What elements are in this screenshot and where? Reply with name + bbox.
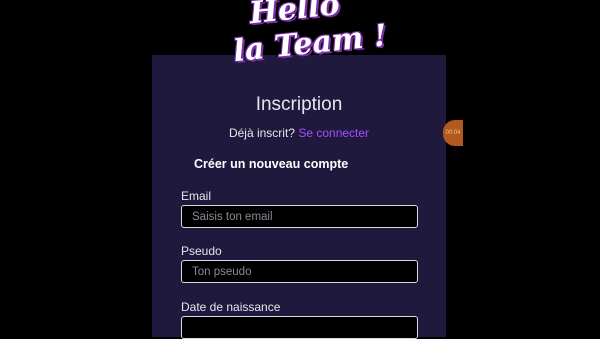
pseudo-field[interactable] <box>181 260 418 283</box>
form-subtitle: Créer un nouveau compte <box>194 157 349 171</box>
timer-badge: 00:04 <box>443 120 463 146</box>
email-field[interactable] <box>181 205 418 228</box>
pseudo-label: Pseudo <box>181 244 222 258</box>
birthdate-field[interactable] <box>181 316 418 339</box>
login-prompt-line: Déjà inscrit? Se connecter <box>152 125 446 141</box>
page-title: Inscription <box>255 94 343 115</box>
login-prompt-text: Déjà inscrit? <box>228 126 295 140</box>
email-label: Email <box>181 189 212 203</box>
login-link[interactable]: Se connecter <box>298 126 369 140</box>
birthdate-label: Date de naissance <box>181 300 281 314</box>
signup-panel: Inscription Déjà inscrit? Se connecter C… <box>152 55 446 339</box>
